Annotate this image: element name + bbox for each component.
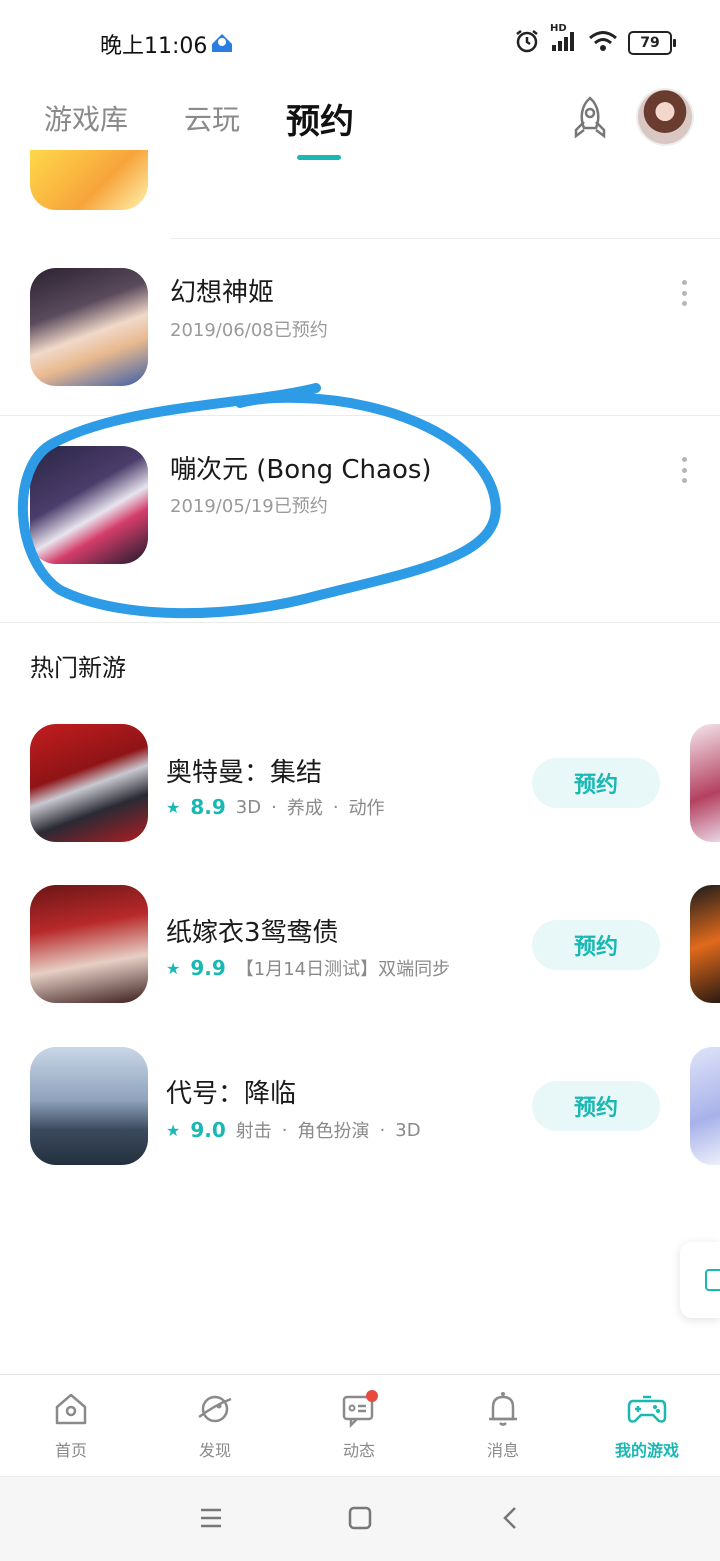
- network-label: HD: [550, 23, 567, 34]
- nav-messages[interactable]: 消息: [448, 1389, 558, 1461]
- peek-game-icon[interactable]: [690, 885, 720, 1003]
- notification-app-icon: [208, 30, 236, 56]
- nav-label: 发现: [198, 1441, 231, 1460]
- star-icon: ★: [166, 1120, 181, 1140]
- rating-score: 9.9: [190, 956, 226, 980]
- reserve-button[interactable]: 预约: [532, 758, 660, 808]
- tab-cloud-play[interactable]: 云玩: [184, 98, 240, 138]
- bell-icon: [489, 1392, 517, 1426]
- game-icon-huanxiang[interactable]: [30, 268, 148, 386]
- highlight-annotation: [17, 383, 501, 619]
- divider: [0, 622, 720, 623]
- tab-game-library[interactable]: 游戏库: [44, 98, 128, 138]
- hot-game-meta: ★ 9.9 【1月14日测试】双端同步: [166, 955, 450, 981]
- peek-game-icon[interactable]: [690, 724, 720, 842]
- system-nav-bar: [0, 1476, 720, 1561]
- planet-icon: [198, 1395, 232, 1423]
- nav-label: 消息: [486, 1441, 519, 1460]
- test-note: 【1月14日测试】双端同步: [235, 959, 451, 980]
- star-icon: ★: [166, 797, 181, 817]
- rocket-icon[interactable]: [566, 94, 614, 142]
- nav-my-games[interactable]: 我的游戏: [592, 1389, 702, 1461]
- status-time: 晚上11:06: [100, 34, 208, 59]
- hot-game-title[interactable]: 代号：降临: [166, 1073, 296, 1110]
- hot-section-title: 热门新游: [30, 654, 126, 682]
- back-icon[interactable]: [498, 1505, 524, 1531]
- nav-label: 动态: [342, 1441, 375, 1460]
- gamepad-icon: [627, 1395, 667, 1423]
- nav-discover[interactable]: 发现: [160, 1389, 270, 1461]
- reserve-button[interactable]: 预约: [532, 1081, 660, 1131]
- hot-game-meta: ★ 9.0 射击 · 角色扮演 · 3D: [166, 1118, 421, 1142]
- menu-icon[interactable]: [198, 1505, 224, 1531]
- game-icon-partial[interactable]: [30, 150, 148, 210]
- nav-home[interactable]: 首页: [16, 1389, 126, 1461]
- reserved-game-title[interactable]: 幻想神姬: [170, 272, 274, 309]
- game-icon-ultraman[interactable]: [30, 724, 148, 842]
- wifi-icon: [588, 29, 618, 57]
- tag: 3D: [235, 796, 262, 818]
- hot-game-title[interactable]: 纸嫁衣3鸳鸯债: [166, 912, 339, 949]
- alarm-icon: [514, 28, 540, 58]
- game-icon-codename-descend[interactable]: [30, 1047, 148, 1165]
- hot-game-title[interactable]: 奥特曼：集结: [166, 752, 322, 789]
- floating-download-button[interactable]: [680, 1242, 720, 1318]
- star-icon: ★: [166, 958, 181, 978]
- nav-label: 我的游戏: [614, 1441, 679, 1460]
- nav-label: 首页: [54, 1441, 87, 1460]
- active-tab-indicator: [297, 155, 341, 160]
- game-icon-paper-bride[interactable]: [30, 885, 148, 1003]
- more-options-icon[interactable]: [680, 280, 688, 306]
- peek-game-icon[interactable]: [690, 1047, 720, 1165]
- bottom-nav: 首页 发现 动态 消息 我的游戏: [0, 1374, 720, 1475]
- nav-feed[interactable]: 动态: [304, 1389, 414, 1461]
- rating-score: 9.0: [190, 1118, 226, 1142]
- battery-indicator: 79: [628, 31, 676, 55]
- reserve-button[interactable]: 预约: [532, 920, 660, 970]
- home-icon: [55, 1393, 87, 1425]
- divider: [170, 238, 720, 239]
- tab-reservations[interactable]: 预约: [286, 94, 354, 143]
- status-icons: HD 79: [514, 23, 676, 58]
- tag: 养成: [286, 798, 323, 819]
- rating-score: 8.9: [190, 795, 226, 819]
- hot-game-meta: ★ 8.9 3D · 养成 · 动作: [166, 795, 385, 819]
- chat-icon: [342, 1390, 378, 1429]
- more-options-icon[interactable]: [680, 457, 688, 483]
- tag: 角色扮演: [297, 1121, 370, 1142]
- user-avatar[interactable]: [638, 90, 692, 144]
- tag: 射击: [235, 1121, 272, 1142]
- tag: 动作: [348, 798, 385, 819]
- home-square-icon[interactable]: [347, 1505, 373, 1531]
- signal-icon: HD: [550, 23, 578, 57]
- reserved-date: 2019/06/08已预约: [170, 320, 328, 341]
- tag: 3D: [395, 1119, 421, 1141]
